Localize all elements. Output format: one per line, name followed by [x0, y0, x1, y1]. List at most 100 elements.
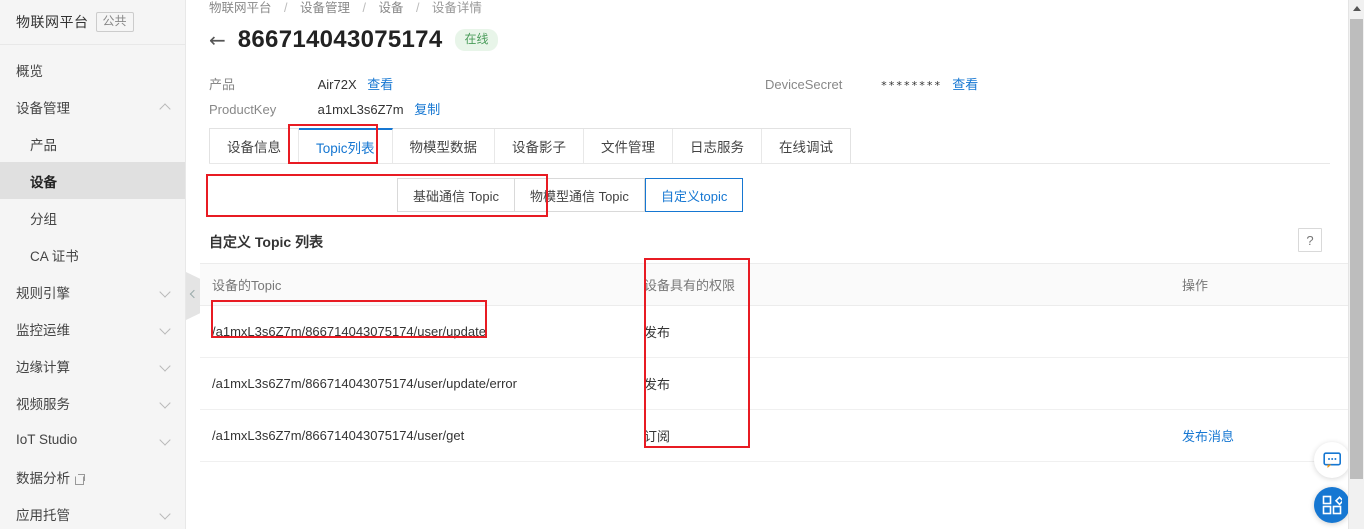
sidebar-item-groups[interactable]: 分组 — [0, 199, 185, 236]
breadcrumb-separator: / — [415, 1, 420, 15]
breadcrumb-separator: / — [284, 1, 288, 15]
tab-online-debug[interactable]: 在线调试 — [762, 129, 851, 163]
subtab-custom-topic[interactable]: 自定义topic — [644, 178, 744, 212]
brand-title: 物联网平台 — [16, 14, 89, 30]
breadcrumb-separator: / — [362, 1, 366, 15]
table-header: 设备的Topic 设备具有的权限 操作 — [200, 263, 1351, 306]
cell-action — [992, 357, 1351, 410]
table-header-row: 设备的Topic 设备具有的权限 操作 — [200, 263, 1351, 306]
sidebar-item-label: 设备 — [30, 174, 57, 190]
topic-table: 设备的Topic 设备具有的权限 操作 /a1mxL3s6Z7m/8667140… — [200, 263, 1351, 462]
table-body: /a1mxL3s6Z7m/866714043075174/user/update… — [200, 305, 1351, 462]
page-title-row: ← 866714043075174 在线 — [209, 26, 498, 54]
cell-action: 发布消息 — [992, 409, 1351, 462]
sidebar-item-products[interactable]: 产品 — [0, 125, 185, 162]
subtab-thing-model-communication-topic[interactable]: 物模型通信 Topic — [514, 178, 645, 212]
chevron-left-icon — [189, 289, 199, 299]
column-header-topic: 设备的Topic — [200, 263, 632, 306]
main-content: 物联网平台 / 设备管理 / 设备 / 设备详情 ← 8667140430751… — [187, 0, 1351, 529]
table-row: /a1mxL3s6Z7m/866714043075174/user/update… — [200, 357, 1351, 410]
cell-permission: 发布 — [632, 305, 992, 358]
page-root: 物联网平台 公共 概览 设备管理 产品 设备 分组 CA 证书 规则引擎 监控运… — [0, 0, 1364, 529]
subtab-group: 基础通信 Topic 物模型通信 Topic 自定义topic — [397, 178, 744, 212]
cell-topic: /a1mxL3s6Z7m/866714043075174/user/update — [200, 305, 632, 358]
tab-device-info[interactable]: 设备信息 — [210, 129, 299, 163]
meta-devicesecret-value: ******** — [880, 79, 942, 92]
scroll-up-arrow-icon[interactable] — [1349, 0, 1364, 16]
app-grid-icon[interactable] — [1314, 487, 1350, 523]
chevron-down-icon — [160, 286, 171, 297]
sidebar-item-label: 设备管理 — [16, 100, 70, 116]
sidebar-item-label: 监控运维 — [16, 322, 70, 338]
table-row: /a1mxL3s6Z7m/866714043075174/user/get 订阅… — [200, 409, 1351, 462]
chevron-up-icon — [160, 101, 171, 112]
breadcrumb-item-devices[interactable]: 设备 — [378, 1, 403, 15]
sidebar-item-ca-certificate[interactable]: CA 证书 — [0, 236, 185, 273]
subtab-basic-communication-topic[interactable]: 基础通信 Topic — [397, 178, 515, 212]
help-icon[interactable]: ? — [1298, 228, 1322, 252]
cell-topic: /a1mxL3s6Z7m/866714043075174/user/get — [200, 409, 632, 462]
meta-productkey-label: ProductKey — [209, 102, 277, 117]
status-badge: 在线 — [455, 29, 498, 51]
chevron-down-icon — [160, 508, 171, 519]
meta-product-value: Air72X — [317, 77, 357, 92]
table-row: /a1mxL3s6Z7m/866714043075174/user/update… — [200, 305, 1351, 358]
tab-device-shadow[interactable]: 设备影子 — [495, 129, 585, 163]
breadcrumb-item-device-detail: 设备详情 — [431, 1, 482, 15]
sidebar-item-label: 概览 — [16, 63, 43, 79]
breadcrumb-item-device-management[interactable]: 设备管理 — [300, 1, 350, 15]
meta-productkey-row: ProductKey a1mxL3s6Z7m 复制 — [209, 99, 440, 118]
breadcrumb-item-platform[interactable]: 物联网平台 — [209, 1, 272, 15]
sidebar-item-monitoring[interactable]: 监控运维 — [0, 310, 185, 347]
chat-bubble-icon[interactable] — [1314, 442, 1350, 478]
breadcrumb: 物联网平台 / 设备管理 / 设备 / 设备详情 — [209, 0, 482, 16]
sidebar-item-label: 规则引擎 — [16, 285, 70, 301]
tab-file-management[interactable]: 文件管理 — [584, 129, 674, 163]
sidebar-item-label: 产品 — [30, 137, 57, 153]
meta-product-row: 产品 Air72X 查看 — [209, 74, 393, 93]
meta-devicesecret-label: DeviceSecret — [765, 77, 843, 92]
chevron-down-icon — [160, 360, 171, 371]
copy-productkey-link[interactable]: 复制 — [414, 102, 440, 117]
sidebar-item-label: 视频服务 — [16, 396, 70, 412]
sidebar-item-overview[interactable]: 概览 — [0, 51, 185, 88]
column-header-permission: 设备具有的权限 — [632, 263, 992, 306]
sidebar-item-label: IoT Studio — [16, 432, 78, 447]
tab-bar-underline — [209, 163, 1330, 164]
sidebar-item-label: 边缘计算 — [16, 359, 70, 375]
tab-thing-model-data[interactable]: 物模型数据 — [392, 129, 496, 163]
sidebar-item-label-wrap: 数据分析 — [16, 467, 171, 487]
external-link-icon — [75, 473, 85, 485]
sidebar-collapse-handle[interactable] — [186, 272, 200, 320]
meta-devicesecret-row: DeviceSecret ******** 查看 — [765, 74, 978, 93]
back-arrow-icon[interactable]: ← — [209, 30, 226, 50]
cell-action — [992, 305, 1351, 358]
tab-topic-list[interactable]: Topic列表 — [299, 128, 393, 163]
column-header-action: 操作 — [992, 263, 1351, 306]
sidebar-item-iot-studio[interactable]: IoT Studio — [0, 421, 185, 458]
triangle-up-glyph — [1352, 5, 1361, 11]
sidebar-item-data-analysis[interactable]: 数据分析 — [0, 458, 185, 495]
meta-product-label: 产品 — [209, 77, 236, 92]
publish-message-link[interactable]: 发布消息 — [1182, 429, 1234, 444]
sidebar-item-app-hosting[interactable]: 应用托管 — [0, 495, 185, 529]
view-product-link[interactable]: 查看 — [367, 77, 393, 92]
cell-topic: /a1mxL3s6Z7m/866714043075174/user/update… — [200, 357, 632, 410]
sidebar-item-label: 分组 — [30, 211, 57, 227]
sidebar-item-video-service[interactable]: 视频服务 — [0, 384, 185, 421]
vertical-scrollbar[interactable] — [1348, 0, 1364, 529]
cell-permission: 订阅 — [632, 409, 992, 462]
meta-productkey-value: a1mxL3s6Z7m — [317, 102, 404, 117]
sidebar-item-device-management[interactable]: 设备管理 — [0, 88, 185, 125]
sidebar-item-label: 应用托管 — [16, 507, 70, 523]
view-devicesecret-link[interactable]: 查看 — [952, 77, 978, 92]
page-title: 866714043075174 — [237, 26, 443, 53]
sidebar-item-rule-engine[interactable]: 规则引擎 — [0, 273, 185, 310]
sidebar-item-edge-computing[interactable]: 边缘计算 — [0, 347, 185, 384]
brand-header[interactable]: 物联网平台 公共 — [0, 0, 185, 45]
sidebar-item-devices[interactable]: 设备 — [0, 162, 185, 199]
tab-log-service[interactable]: 日志服务 — [673, 129, 763, 163]
sidebar: 物联网平台 公共 概览 设备管理 产品 设备 分组 CA 证书 规则引擎 监控运… — [0, 0, 186, 529]
scrollbar-thumb[interactable] — [1350, 19, 1363, 479]
sidebar-nav: 概览 设备管理 产品 设备 分组 CA 证书 规则引擎 监控运维 边缘计算 视频… — [0, 45, 185, 529]
